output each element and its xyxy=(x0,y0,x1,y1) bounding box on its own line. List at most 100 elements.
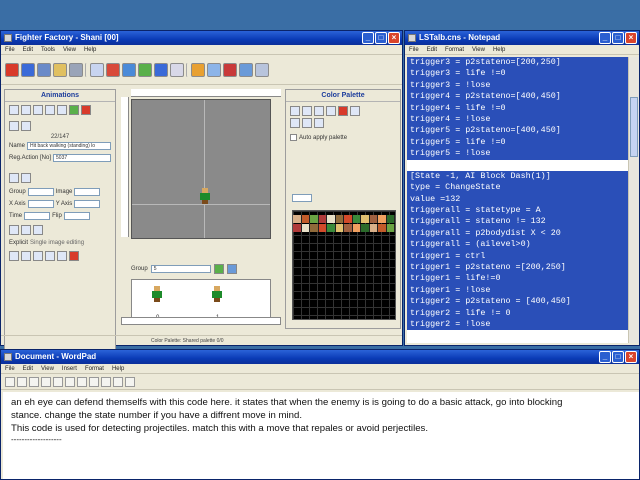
menu-help[interactable]: Help xyxy=(84,45,96,54)
copy-frame-icon[interactable] xyxy=(45,251,55,261)
cns-text-area[interactable]: trigger3 = p2stateno=[200,250] trigger3 =… xyxy=(407,57,629,343)
blend-add-icon[interactable] xyxy=(9,225,19,235)
cns-close-button[interactable]: × xyxy=(625,32,637,44)
palette-swatch[interactable] xyxy=(352,224,361,232)
save-all-icon[interactable] xyxy=(53,62,67,77)
reg-action-field[interactable]: 5037 xyxy=(53,154,111,162)
palette-swatch[interactable] xyxy=(369,224,378,232)
thumbnail-sprite-1[interactable] xyxy=(212,286,222,302)
first-frame-icon[interactable] xyxy=(9,121,19,131)
paste-frame-icon[interactable] xyxy=(57,251,67,261)
close-button[interactable]: × xyxy=(388,32,400,44)
palette-editor-icon[interactable] xyxy=(170,62,184,77)
fighter-factory-titlebar[interactable]: Fighter Factory - Shani [00] _ □ × xyxy=(1,31,402,45)
cns-minimize-button[interactable]: _ xyxy=(599,32,611,44)
notes-menu-insert[interactable]: Insert xyxy=(62,364,77,373)
palette-edit-icon[interactable] xyxy=(314,118,324,128)
palette-swatch[interactable] xyxy=(327,215,336,223)
blend-none-icon[interactable] xyxy=(33,225,43,235)
palette-swatch[interactable] xyxy=(310,215,319,223)
palette-export-icon[interactable] xyxy=(302,118,312,128)
cmd-editor-icon[interactable] xyxy=(138,62,152,77)
test-icon[interactable] xyxy=(207,62,221,77)
yaxis-field[interactable] xyxy=(74,200,101,208)
notes-menu-view[interactable]: View xyxy=(41,364,54,373)
cns-maximize-button[interactable]: □ xyxy=(612,32,624,44)
notes-find-icon[interactable] xyxy=(65,376,75,387)
palette-open-icon[interactable] xyxy=(302,106,312,116)
stop-icon[interactable] xyxy=(81,105,91,115)
notes-menu-format[interactable]: Format xyxy=(85,364,104,373)
cns-editor-icon[interactable] xyxy=(154,62,168,77)
add-frame-icon[interactable] xyxy=(9,251,19,261)
prev-frame-icon[interactable] xyxy=(21,121,31,131)
tools-icon[interactable] xyxy=(223,62,237,77)
notes-maximize-button[interactable]: □ xyxy=(612,351,624,363)
open-icon[interactable] xyxy=(21,62,35,77)
cns-menu-help[interactable]: Help xyxy=(493,45,505,54)
blend-sub-icon[interactable] xyxy=(21,225,31,235)
palette-swatch[interactable] xyxy=(361,215,370,223)
notes-preview-icon[interactable] xyxy=(53,376,63,387)
paste-anim-icon[interactable] xyxy=(33,105,43,115)
palette-swatch[interactable] xyxy=(318,215,327,223)
palette-swatch[interactable] xyxy=(369,215,378,223)
character-icon[interactable] xyxy=(69,62,83,77)
time-field[interactable] xyxy=(24,212,51,220)
notes-print-icon[interactable] xyxy=(41,376,51,387)
menu-tools[interactable]: Tools xyxy=(41,45,55,54)
notes-minimize-button[interactable]: _ xyxy=(599,351,611,363)
notes-cut-icon[interactable] xyxy=(77,376,87,387)
notes-text-area[interactable]: an eh eye can defend themselfs with this… xyxy=(3,392,639,479)
image-field[interactable] xyxy=(74,188,101,196)
notes-paste-icon[interactable] xyxy=(101,376,111,387)
notepad-cns-titlebar[interactable]: LSTalb.cns - Notepad _ □ × xyxy=(405,31,639,45)
palette-swatch[interactable] xyxy=(378,215,387,223)
add-group-icon[interactable] xyxy=(213,264,224,274)
flip-select[interactable] xyxy=(63,212,90,220)
notes-undo-icon[interactable] xyxy=(113,376,123,387)
clsn2-icon[interactable] xyxy=(21,173,31,183)
name-field[interactable]: Hit back walking (standing) lo xyxy=(27,142,111,150)
palette-swatch[interactable] xyxy=(378,224,387,232)
xaxis-field[interactable] xyxy=(27,200,54,208)
about-icon[interactable] xyxy=(255,62,269,77)
palette-color-row[interactable] xyxy=(293,215,395,223)
play-icon[interactable] xyxy=(69,105,79,115)
notes-titlebar[interactable]: Document - WordPad _ □ × xyxy=(1,350,639,364)
cns-vertical-scrollbar[interactable] xyxy=(628,57,639,343)
menu-view[interactable]: View xyxy=(63,45,76,54)
character-sprite[interactable] xyxy=(200,188,210,204)
palette-swatch[interactable] xyxy=(386,215,395,223)
cns-menu-format[interactable]: Format xyxy=(445,45,464,54)
cns-menu-edit[interactable]: Edit xyxy=(427,45,437,54)
loop-frame-icon[interactable] xyxy=(69,251,79,261)
cns-scroll-thumb[interactable] xyxy=(630,97,638,157)
sprite-editor-icon[interactable] xyxy=(106,62,120,77)
palette-select[interactable] xyxy=(292,194,312,202)
palette-swatch[interactable] xyxy=(352,215,361,223)
notes-date-icon[interactable] xyxy=(125,376,135,387)
menu-edit[interactable]: Edit xyxy=(23,45,33,54)
notes-open-icon[interactable] xyxy=(17,376,27,387)
insert-frame-icon[interactable] xyxy=(21,251,31,261)
palette-swatch[interactable] xyxy=(293,224,302,232)
sprite-canvas[interactable] xyxy=(131,99,271,239)
options-icon[interactable] xyxy=(191,62,205,77)
palette-swatch[interactable] xyxy=(318,224,327,232)
palette-swatch[interactable] xyxy=(344,224,353,232)
prev-anim-icon[interactable] xyxy=(45,105,55,115)
palette-swatch[interactable] xyxy=(293,215,302,223)
palette-swap-icon[interactable] xyxy=(350,106,360,116)
palette-grid[interactable] xyxy=(292,210,396,320)
group-field[interactable] xyxy=(27,188,54,196)
notes-save-icon[interactable] xyxy=(29,376,39,387)
notes-menu-file[interactable]: File xyxy=(5,364,15,373)
thumbnail-sprite-0[interactable] xyxy=(152,286,162,302)
cns-menu-view[interactable]: View xyxy=(472,45,485,54)
palette-swatch[interactable] xyxy=(344,215,353,223)
notes-copy-icon[interactable] xyxy=(89,376,99,387)
sound-editor-icon[interactable] xyxy=(122,62,136,77)
palette-swatch[interactable] xyxy=(327,224,336,232)
menu-file[interactable]: File xyxy=(5,45,15,54)
